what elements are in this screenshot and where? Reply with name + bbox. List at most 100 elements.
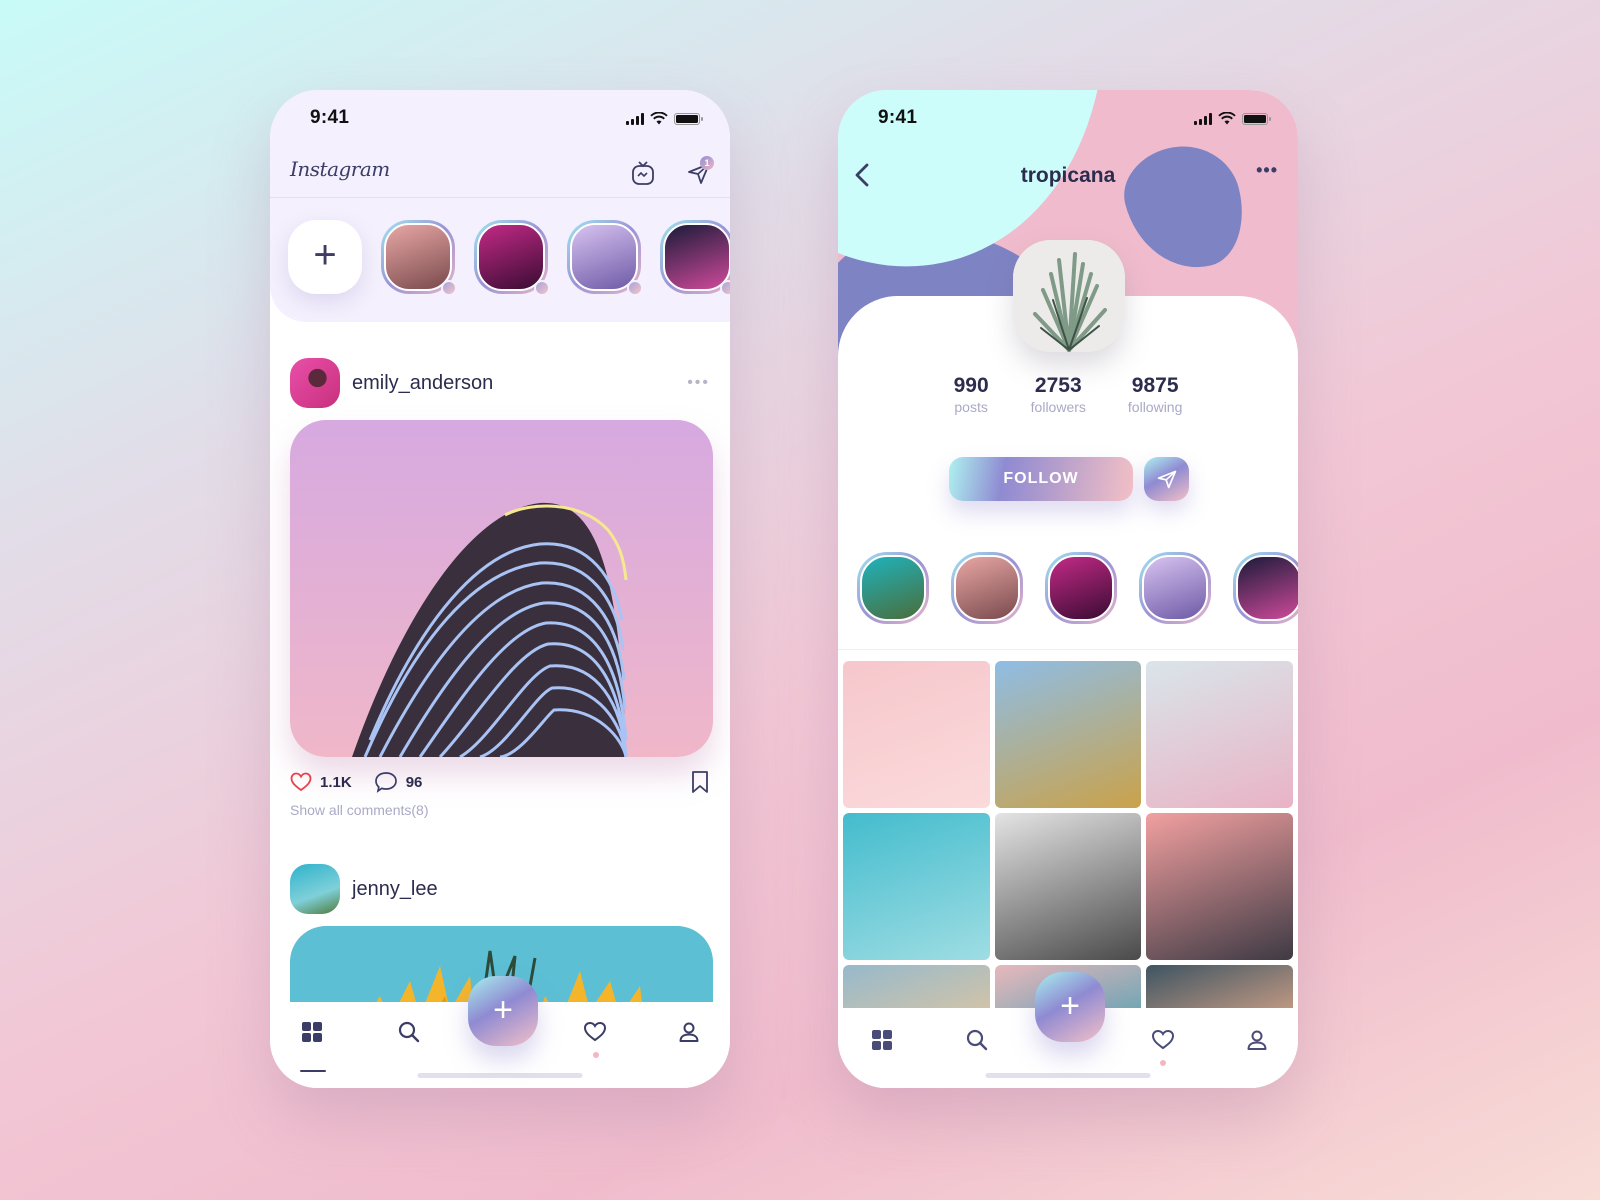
- avatar[interactable]: [290, 358, 340, 408]
- profile-avatar[interactable]: [1013, 240, 1125, 352]
- post-image[interactable]: [290, 420, 713, 757]
- story-item[interactable]: [381, 220, 457, 296]
- story-item[interactable]: [567, 220, 643, 296]
- profile-stats: 990 posts 2753 followers 9875 following: [838, 374, 1298, 415]
- search-icon: [966, 1029, 988, 1051]
- story-highlights: [857, 552, 1298, 624]
- create-post-button[interactable]: +: [468, 976, 538, 1046]
- more-options-icon[interactable]: •••: [1256, 160, 1278, 181]
- add-story-button[interactable]: +: [288, 220, 362, 294]
- tab-search[interactable]: [397, 1020, 425, 1048]
- like-count: 1.1K: [320, 773, 352, 791]
- signal-icon: [1194, 112, 1212, 125]
- highlight-item[interactable]: [1139, 552, 1211, 624]
- comment-button[interactable]: 96: [374, 771, 423, 793]
- signal-icon: [626, 112, 644, 125]
- stories-row: +: [288, 220, 730, 300]
- story-thumbnail: [663, 223, 730, 291]
- status-time: 9:41: [878, 107, 918, 128]
- like-button[interactable]: 1.1K: [290, 772, 352, 792]
- story-thumbnail: [570, 223, 638, 291]
- post-header: emily_anderson •••: [290, 358, 710, 408]
- tab-profile[interactable]: [677, 1020, 705, 1048]
- section-divider: [838, 649, 1298, 650]
- stat-value: 990: [953, 374, 989, 397]
- avatar[interactable]: [290, 864, 340, 914]
- building-photo: [290, 420, 713, 757]
- profile-username: tropicana: [1020, 164, 1116, 187]
- notification-dot: [1160, 1060, 1166, 1066]
- highlight-item[interactable]: [1233, 552, 1298, 624]
- tab-activity[interactable]: [1151, 1028, 1179, 1056]
- wifi-icon: [1218, 112, 1236, 125]
- feed-screen: 9:41 Instagram 1 + emily_anderson ••• 1.…: [270, 90, 730, 1088]
- grid-icon: [302, 1022, 322, 1042]
- grid-photo[interactable]: [1146, 813, 1293, 960]
- grid-photo[interactable]: [843, 813, 990, 960]
- pineapple-photo: [1013, 240, 1125, 352]
- battery-icon: [674, 112, 703, 125]
- plus-icon: +: [313, 233, 337, 277]
- comment-icon: [374, 772, 397, 793]
- stat-value: 9875: [1131, 374, 1179, 397]
- stat-following[interactable]: 9875 following: [1128, 374, 1182, 415]
- plus-icon: +: [493, 990, 513, 1029]
- status-bar: 9:41: [838, 90, 1298, 148]
- highlight-thumbnail: [1236, 555, 1298, 621]
- highlight-item[interactable]: [951, 552, 1023, 624]
- user-icon: [1247, 1030, 1267, 1050]
- story-status-dot: [441, 280, 457, 296]
- highlight-item[interactable]: [1045, 552, 1117, 624]
- status-time: 9:41: [310, 107, 350, 128]
- direct-badge: 1: [700, 156, 714, 170]
- grid-icon: [872, 1030, 892, 1050]
- notification-dot: [593, 1052, 599, 1058]
- story-item[interactable]: [660, 220, 730, 296]
- create-post-button[interactable]: +: [1035, 972, 1105, 1042]
- heart-icon: [1151, 1029, 1175, 1050]
- igtv-icon[interactable]: [630, 160, 656, 186]
- heart-icon: [583, 1021, 607, 1042]
- more-options-icon[interactable]: •••: [687, 374, 710, 392]
- bookmark-icon[interactable]: [690, 770, 710, 794]
- comment-count: 96: [405, 773, 423, 791]
- status-icons: [626, 112, 703, 125]
- stat-label: followers: [1030, 399, 1086, 415]
- stat-followers[interactable]: 2753 followers: [1031, 374, 1086, 415]
- tab-activity[interactable]: [583, 1020, 611, 1048]
- stat-posts[interactable]: 990 posts: [954, 374, 989, 415]
- grid-photo[interactable]: [843, 661, 990, 808]
- user-icon: [679, 1022, 699, 1042]
- tab-profile[interactable]: [1245, 1028, 1273, 1056]
- show-comments-link[interactable]: Show all comments(8): [290, 802, 429, 818]
- decorative-blob: [1114, 134, 1256, 282]
- home-indicator: [985, 1073, 1151, 1078]
- post-actions: 1.1K 96: [290, 770, 710, 794]
- send-message-button[interactable]: [1144, 457, 1189, 501]
- story-status-dot: [627, 280, 643, 296]
- home-indicator: [417, 1073, 583, 1078]
- tab-home[interactable]: [300, 1020, 328, 1048]
- follow-button[interactable]: FOLLOW: [949, 457, 1133, 501]
- story-item[interactable]: [474, 220, 550, 296]
- grid-photo[interactable]: [994, 813, 1142, 960]
- grid-photo[interactable]: [1146, 661, 1293, 808]
- highlight-thumbnail: [954, 555, 1020, 621]
- search-icon: [398, 1021, 420, 1043]
- active-tab-indicator: [300, 1070, 326, 1072]
- stat-label: posts: [954, 399, 988, 415]
- tab-home[interactable]: [870, 1028, 898, 1056]
- tab-search[interactable]: [965, 1028, 993, 1056]
- battery-icon: [1242, 112, 1271, 125]
- stat-label: following: [1127, 399, 1183, 415]
- story-thumbnail: [477, 223, 545, 291]
- story-status-dot: [534, 280, 550, 296]
- grid-photo[interactable]: [994, 661, 1142, 808]
- story-status-dot: [720, 280, 730, 296]
- highlight-item[interactable]: [857, 552, 929, 624]
- status-icons: [1194, 112, 1271, 125]
- post-username[interactable]: jenny_lee: [352, 878, 710, 901]
- profile-screen: 9:41 tropicana ••• 990 posts 2753 follow…: [838, 90, 1298, 1088]
- post-username[interactable]: emily_anderson: [352, 372, 687, 395]
- wifi-icon: [650, 112, 668, 125]
